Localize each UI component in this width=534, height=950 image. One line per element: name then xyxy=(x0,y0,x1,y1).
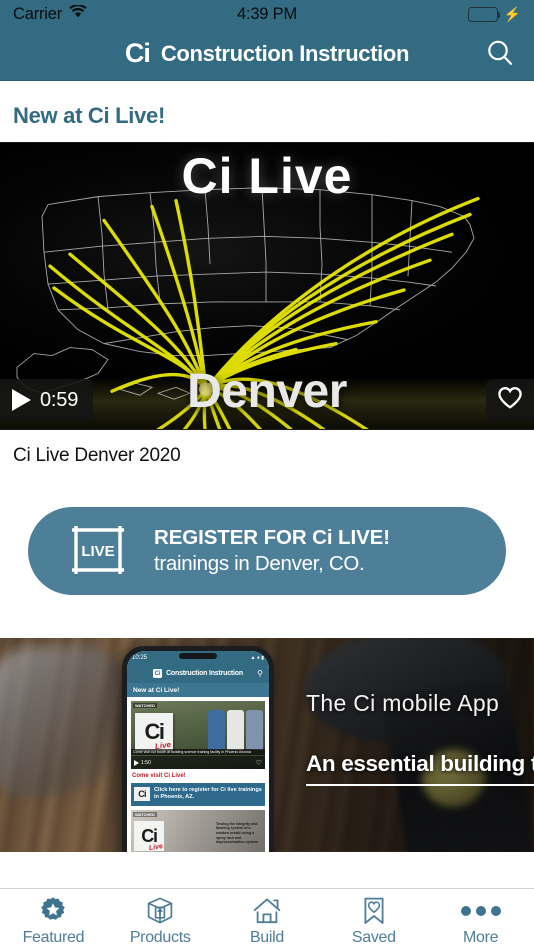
app-root: Carrier 4:39 PM ⚡ Ci Construction Instru… xyxy=(0,0,534,950)
live-frame-icon-text: LIVE xyxy=(81,543,114,560)
tab-products-label: Products xyxy=(129,929,191,946)
status-bar: Carrier 4:39 PM ⚡ xyxy=(0,0,534,28)
tab-build-label: Build xyxy=(249,929,285,946)
register-for-ci-live-button[interactable]: LIVE REGISTER FOR Ci LIVE! trainings in … xyxy=(28,507,506,595)
video-card[interactable]: Ci Live Denver 0:59 xyxy=(0,142,534,430)
phone-video-strip-text: Come visit our booth at building science… xyxy=(131,748,265,755)
tab-featured-label: Featured xyxy=(22,929,85,946)
lightning-bolt-icon: ⚡ xyxy=(503,6,521,22)
status-bar-left: Carrier xyxy=(13,4,87,24)
phone-video-bar: 1:50 ♡ xyxy=(131,756,265,769)
phone-play-icon xyxy=(134,759,139,766)
bookmark-heart-icon xyxy=(359,896,389,926)
box-package-icon xyxy=(145,896,175,926)
video-title: Ci Live Denver 2020 xyxy=(13,445,181,466)
mobile-app-promo-banner[interactable]: 10:25 ▲ ● ▮ Ci Construction Instruction … xyxy=(0,638,534,852)
promo-subheadline: An essential building tool xyxy=(306,751,534,786)
scroll-content[interactable]: New at Ci Live! Ci Live Denver 0:59 Ci L… xyxy=(0,81,534,888)
video-overlay-title-top: Ci Live xyxy=(181,148,353,204)
phone-mockup: 10:25 ▲ ● ▮ Ci Construction Instruction … xyxy=(122,646,274,852)
phone-video-caption: Come visit Ci Live! xyxy=(132,773,186,779)
phone-second-card: WATCHED Ci Live Testing the integrity an… xyxy=(131,809,265,852)
phone-nav-bar: Ci Construction Instruction ⚲ xyxy=(127,664,269,683)
phone-search-icon: ⚲ xyxy=(257,669,263,678)
phone-status-time: 10:25 xyxy=(132,654,148,661)
tab-more[interactable]: More xyxy=(427,889,534,950)
tab-bar: Featured Products Build Saved More xyxy=(0,888,534,950)
video-duration: 0:59 xyxy=(40,388,79,411)
battery-full-icon xyxy=(467,6,501,22)
favorite-button[interactable] xyxy=(486,379,534,421)
phone-card2-tag: WATCHED xyxy=(133,811,157,817)
phone-status-right: ▲ ● ▮ xyxy=(250,654,265,661)
phone-body: WATCHED Ci Live Come visit our booth at … xyxy=(127,697,269,852)
nav-bar: Ci Construction Instruction xyxy=(0,28,534,81)
house-icon xyxy=(252,896,282,926)
phone-notch xyxy=(179,653,217,659)
cta-subline: trainings in Denver, CO. xyxy=(154,552,365,575)
search-icon xyxy=(485,38,515,71)
cta-text-block: REGISTER FOR Ci LIVE! trainings in Denve… xyxy=(154,526,390,576)
search-button[interactable] xyxy=(478,32,522,76)
phone-status-bar: 10:25 ▲ ● ▮ xyxy=(127,651,269,664)
ci-logo: Ci xyxy=(124,37,151,68)
phone-register-banner: Ci Click here to register for Ci live tr… xyxy=(131,783,265,806)
promo-headline: The Ci mobile App xyxy=(306,690,500,716)
live-frame-icon: LIVE xyxy=(68,519,128,584)
tab-build[interactable]: Build xyxy=(214,889,321,950)
phone-nav-title: Construction Instruction xyxy=(166,670,243,677)
video-play-duration-badge[interactable]: 0:59 xyxy=(0,379,94,421)
tab-saved-label: Saved xyxy=(351,929,396,946)
phone-card2-live-script: Live xyxy=(148,842,164,852)
phone-video-card: WATCHED Ci Live Come visit our booth at … xyxy=(131,701,265,769)
star-badge-icon xyxy=(38,896,68,926)
tab-more-label: More xyxy=(462,929,499,946)
phone-card2-text: Testing the integrity and flashing syste… xyxy=(216,821,259,845)
phone-section-heading: New at Ci Live! xyxy=(127,683,269,697)
section-heading: New at Ci Live! xyxy=(13,103,165,128)
three-dots-icon xyxy=(460,896,501,926)
page-title: Construction Instruction xyxy=(160,41,410,66)
tab-featured[interactable]: Featured xyxy=(0,889,107,950)
phone-video-duration: 1:50 xyxy=(141,759,151,766)
wifi-icon xyxy=(69,4,87,23)
tab-products[interactable]: Products xyxy=(107,889,214,950)
phone-video-tag: WATCHED xyxy=(133,703,157,708)
carrier-label: Carrier xyxy=(13,4,63,23)
heart-outline-icon xyxy=(497,386,523,415)
cta-headline: REGISTER FOR Ci LIVE! xyxy=(154,526,390,549)
phone-ci-logo: Ci xyxy=(153,669,163,678)
status-bar-right: ⚡ xyxy=(467,6,521,22)
phone-banner-text: Click here to register for Ci live train… xyxy=(154,787,262,801)
phone-banner-ci-logo: Ci xyxy=(134,787,150,802)
phone-video-duration-badge: 1:50 xyxy=(134,759,151,766)
tab-saved[interactable]: Saved xyxy=(320,889,427,950)
promo-copy: The Ci mobile App An essential building … xyxy=(306,690,534,786)
phone-heart-icon: ♡ xyxy=(255,759,262,767)
phone-video-people xyxy=(208,710,263,750)
phone-screen: 10:25 ▲ ● ▮ Ci Construction Instruction … xyxy=(127,651,269,852)
brand: Ci Construction Instruction xyxy=(124,37,410,68)
cta-row: LIVE REGISTER FOR Ci LIVE! trainings in … xyxy=(0,483,534,595)
play-icon xyxy=(12,389,31,411)
